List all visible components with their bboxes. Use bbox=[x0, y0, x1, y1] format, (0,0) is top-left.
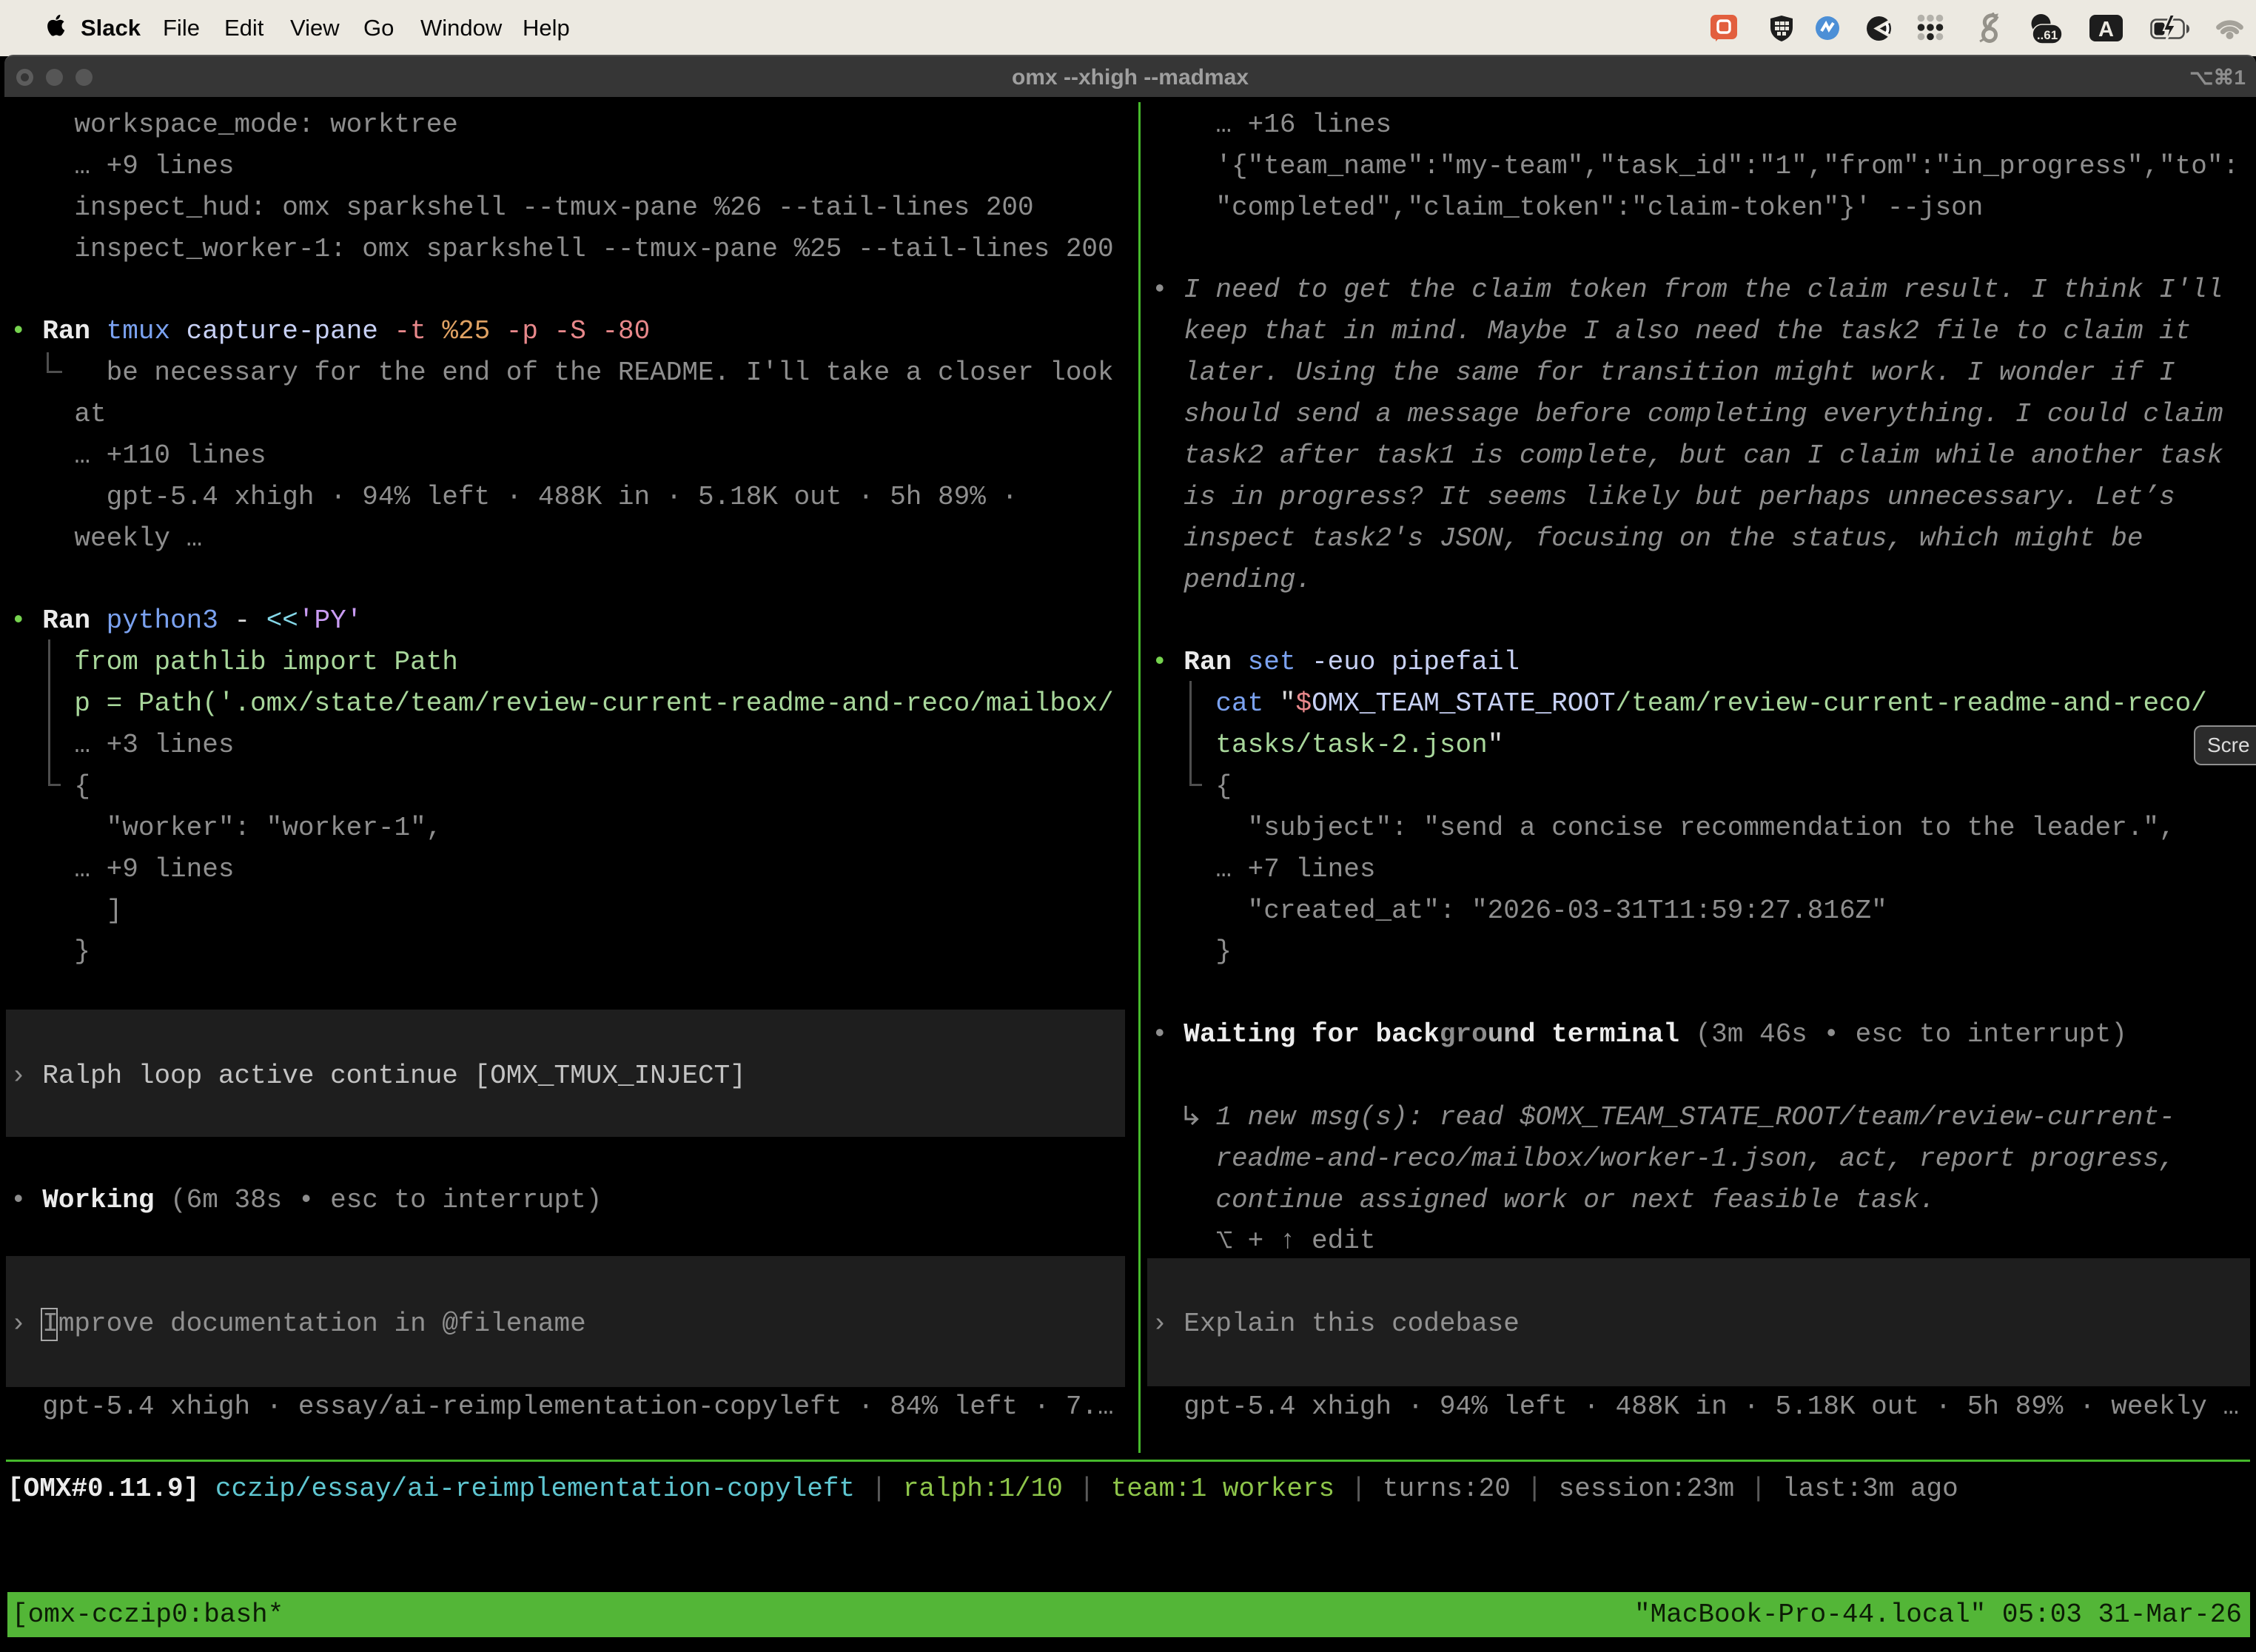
svg-text:..61: ..61 bbox=[2037, 28, 2058, 42]
svg-text:A: A bbox=[2098, 18, 2114, 41]
